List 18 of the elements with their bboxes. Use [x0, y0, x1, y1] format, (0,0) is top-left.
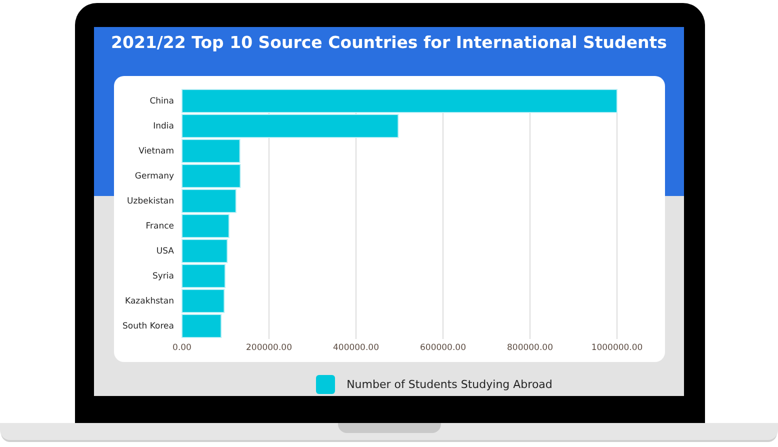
category-label: Syria: [152, 272, 174, 282]
category-label: South Korea: [122, 322, 174, 332]
axis-tick-label: 800000.00: [507, 343, 553, 353]
category-label: India: [153, 122, 174, 132]
category-label: Germany: [134, 172, 174, 182]
axis-tick-label: 600000.00: [420, 343, 466, 353]
legend-label: Number of Students Studying Abroad: [346, 378, 552, 391]
category-label: Vietnam: [138, 146, 174, 156]
category-label: Uzbekistan: [127, 196, 174, 206]
chart-title: 2021/22 Top 10 Source Countries for International Students: [110, 32, 668, 54]
axis-tick-label: 1000000.00: [591, 343, 643, 353]
category-label: Kazakhstan: [125, 296, 174, 306]
category-label: China: [150, 96, 174, 106]
category-label: France: [146, 222, 174, 232]
category-label: USA: [156, 246, 174, 256]
axis-tick-label: 200000.00: [246, 343, 292, 353]
axis-tick-label: 400000.00: [333, 343, 379, 353]
axis-tick-label: 0.00: [172, 343, 192, 353]
